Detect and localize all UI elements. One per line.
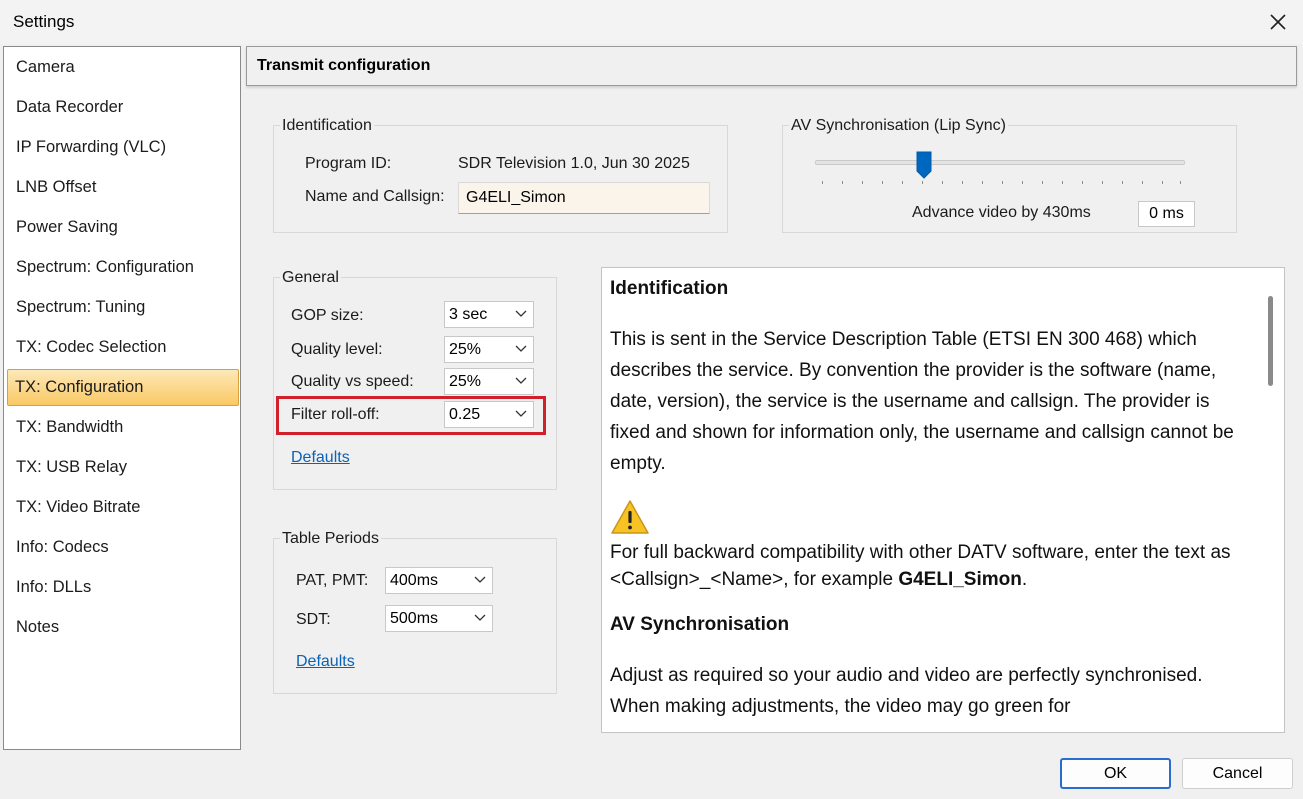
sdt-value: 500ms [390,610,439,627]
settings-category-list: Camera Data Recorder IP Forwarding (VLC)… [3,46,241,750]
quality-level-select[interactable]: 25% [444,336,534,363]
help-heading-identification: Identification [610,278,729,299]
filter-rolloff-label: Filter roll-off: [291,406,380,423]
help-paragraph-av-sync: Adjust as required so your audio and vid… [610,665,1203,717]
chevron-down-icon [474,614,486,621]
chevron-down-icon [515,410,527,417]
help-paragraph-identification: This is sent in the Service Description … [610,329,1234,474]
window-title: Settings [13,12,75,31]
sidebar-item-lnb-offset[interactable]: LNB Offset [8,169,238,206]
chevron-down-icon [515,310,527,317]
filter-rolloff-select[interactable]: 0.25 [444,401,534,428]
help-content: Identification This is sent in the Servi… [610,268,1250,722]
callsign-input[interactable]: G4ELI_Simon [458,182,710,214]
table-periods-group-label: Table Periods [280,530,381,548]
sidebar-item-notes[interactable]: Notes [8,609,238,646]
general-group-label: General [280,269,341,287]
sidebar-item-spectrum-configuration[interactable]: Spectrum: Configuration [8,249,238,286]
chevron-down-icon [515,345,527,352]
pat-pmt-value: 400ms [390,572,439,589]
advance-video-text: Advance video by 430ms [912,204,1091,221]
page-title: Transmit configuration [257,57,431,74]
sync-offset-field[interactable]: 0 ms [1138,201,1195,227]
page-header: Transmit configuration [246,46,1297,86]
lip-sync-slider-track[interactable] [815,160,1185,165]
sidebar-item-tx-bandwidth[interactable]: TX: Bandwidth [8,409,238,446]
quality-vs-speed-label: Quality vs speed: [291,373,414,390]
sdt-label: SDT: [296,611,331,628]
close-icon [1270,14,1286,30]
gop-size-select[interactable]: 3 sec [444,301,534,328]
cancel-button[interactable]: Cancel [1182,758,1293,789]
general-defaults-link[interactable]: Defaults [291,449,350,467]
sidebar-item-tx-video-bitrate[interactable]: TX: Video Bitrate [8,489,238,526]
warning-text-end: . [1021,569,1028,590]
sidebar-item-camera[interactable]: Camera [8,49,238,86]
help-warning-text: For full backward compatibility with oth… [610,539,1250,593]
identification-group [273,125,728,233]
identification-group-label: Identification [280,117,374,135]
help-heading-av-sync: AV Synchronisation [610,614,790,635]
filter-rolloff-value: 0.25 [449,406,481,423]
quality-vs-speed-select[interactable]: 25% [444,368,534,395]
callsign-label: Name and Callsign: [305,188,445,205]
program-id-label: Program ID: [305,155,392,172]
sidebar-item-tx-codec-selection[interactable]: TX: Codec Selection [8,329,238,366]
av-sync-group-label: AV Synchronisation (Lip Sync) [789,117,1008,135]
chevron-down-icon [515,377,527,384]
close-button[interactable] [1262,6,1294,38]
sidebar-item-tx-usb-relay[interactable]: TX: USB Relay [8,449,238,486]
sidebar-item-data-recorder[interactable]: Data Recorder [8,89,238,126]
quality-level-value: 25% [449,341,482,358]
help-panel[interactable]: Identification This is sent in the Servi… [601,267,1285,733]
sdt-select[interactable]: 500ms [385,605,493,632]
warning-example-callsign: G4ELI_Simon [898,569,1022,590]
ok-button[interactable]: OK [1060,758,1171,789]
help-scrollbar[interactable] [1268,296,1273,386]
sidebar-item-power-saving[interactable]: Power Saving [8,209,238,246]
pat-pmt-label: PAT, PMT: [296,572,369,589]
sidebar-item-info-dlls[interactable]: Info: DLLs [8,569,238,606]
pat-pmt-select[interactable]: 400ms [385,567,493,594]
gop-size-value: 3 sec [449,306,488,323]
program-id-value: SDR Television 1.0, Jun 30 2025 [458,155,690,172]
lip-sync-slider-thumb[interactable] [916,151,932,179]
title-bar: Settings [0,0,1303,44]
sidebar-item-tx-configuration[interactable]: TX: Configuration [7,369,239,406]
sidebar-item-info-codecs[interactable]: Info: Codecs [8,529,238,566]
chevron-down-icon [474,576,486,583]
slider-ticks [822,181,1182,185]
warning-icon [611,500,649,534]
quality-level-label: Quality level: [291,341,383,358]
sidebar-item-ip-forwarding[interactable]: IP Forwarding (VLC) [8,129,238,166]
sidebar-item-spectrum-tuning[interactable]: Spectrum: Tuning [8,289,238,326]
gop-size-label: GOP size: [291,307,364,324]
quality-vs-speed-value: 25% [449,373,482,390]
table-periods-defaults-link[interactable]: Defaults [296,653,355,671]
